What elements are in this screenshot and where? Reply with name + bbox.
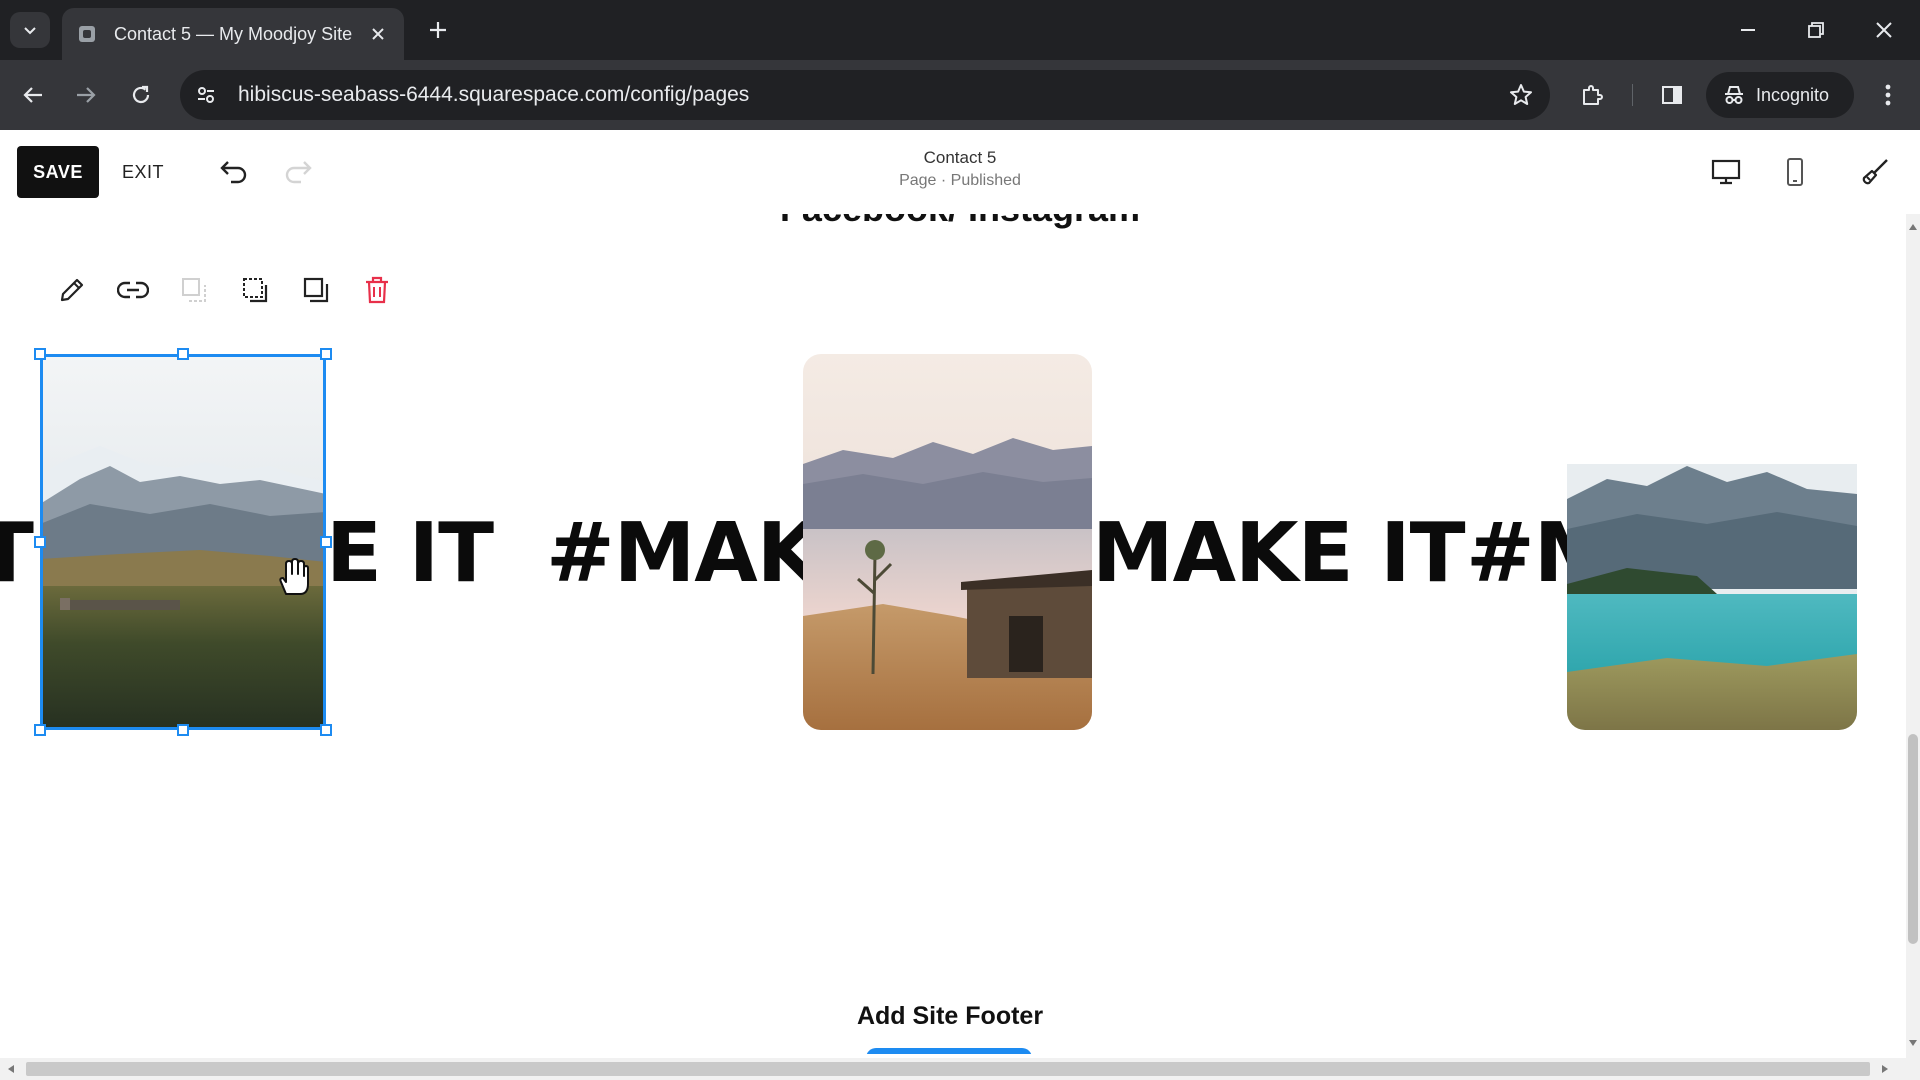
url-text: hibiscus-seabass-6444.squarespace.com/co… [238, 83, 750, 106]
crop-select-icon [243, 278, 268, 303]
link-icon [117, 281, 149, 299]
star-icon [1510, 84, 1532, 105]
block-toolbar [50, 268, 420, 312]
resize-handle-left[interactable] [34, 536, 46, 548]
mobile-view-button[interactable] [1773, 150, 1817, 194]
marquee-segment: T [0, 506, 34, 601]
add-site-footer-label: Add Site Footer [856, 1002, 1044, 1030]
puzzle-icon [1583, 85, 1603, 105]
page-title: Contact 5 [923, 148, 997, 167]
resize-handle-top[interactable] [177, 348, 189, 360]
close-icon [1876, 22, 1892, 38]
resize-handle-bottom-left[interactable] [34, 724, 46, 736]
layer-back-icon [182, 278, 206, 302]
marquee-segment: MAKE IT [1092, 506, 1466, 601]
vertical-scrollbar[interactable] [1906, 214, 1920, 1080]
toolbar-divider [1632, 84, 1633, 106]
arrow-right-icon [77, 87, 96, 103]
editor-canvas[interactable]: Facebook/ Instagram T E IT #MAKE MAKE IT… [0, 214, 1906, 1054]
delete-block-button[interactable] [355, 268, 399, 312]
page-status: Page · Published [899, 172, 1021, 189]
duplicate-icon [303, 277, 329, 303]
incognito-icon [1725, 86, 1743, 104]
page-info: Contact 5 Page · Published [760, 148, 1160, 190]
side-panel-button[interactable] [1652, 75, 1692, 115]
horizontal-scrollbar-thumb[interactable] [26, 1062, 1870, 1076]
horizontal-scrollbar[interactable] [0, 1058, 1906, 1080]
close-window-button[interactable] [1864, 10, 1904, 50]
vertical-scrollbar-thumb[interactable] [1908, 734, 1918, 944]
incognito-indicator[interactable]: Incognito [1706, 72, 1854, 118]
redo-button[interactable] [278, 152, 318, 192]
scroll-up-arrow-icon[interactable] [1909, 224, 1917, 230]
extensions-button[interactable] [1572, 75, 1612, 115]
save-button[interactable]: SAVE [17, 146, 99, 198]
incognito-label: Incognito [1756, 84, 1830, 105]
restore-window-button[interactable] [1796, 10, 1836, 50]
reload-icon [132, 85, 150, 104]
browser-toolbar: hibiscus-seabass-6444.squarespace.com/co… [0, 60, 1920, 130]
redo-icon [285, 161, 312, 184]
snowy-mountain-photo [40, 354, 326, 730]
scroll-left-arrow-icon[interactable] [8, 1065, 14, 1073]
kebab-menu-icon [1885, 84, 1891, 106]
link-block-button[interactable] [111, 268, 155, 312]
bookmark-button[interactable] [1504, 78, 1538, 112]
scroll-down-arrow-icon[interactable] [1909, 1040, 1917, 1046]
duplicate-block-button[interactable] [294, 268, 338, 312]
minimize-window-button[interactable] [1728, 10, 1768, 50]
site-styles-button[interactable] [1853, 150, 1897, 194]
tune-icon [198, 87, 214, 103]
editor-top-bar: SAVE EXIT Contact 5 Page · Published [0, 130, 1920, 214]
desktop-view-button[interactable] [1704, 150, 1748, 194]
send-to-back-button[interactable] [172, 268, 216, 312]
tab-title: Contact 5 — My Moodjoy Site [114, 23, 353, 44]
scroll-right-arrow-icon[interactable] [1882, 1065, 1888, 1073]
tab-search-button[interactable] [10, 12, 50, 48]
turquoise-lake-photo [1567, 354, 1857, 730]
mountain-landscape-image[interactable] [40, 354, 326, 730]
undo-button[interactable] [214, 152, 254, 192]
turquoise-lake-image[interactable] [1567, 354, 1857, 730]
browser-menu-button[interactable] [1868, 75, 1908, 115]
forward-button[interactable] [66, 75, 106, 115]
restore-icon [1808, 22, 1824, 38]
address-bar[interactable]: hibiscus-seabass-6444.squarespace.com/co… [180, 70, 1550, 120]
undo-icon [220, 161, 247, 184]
resize-handle-bottom[interactable] [177, 724, 189, 736]
browser-tab-active[interactable]: Contact 5 — My Moodjoy Site [62, 8, 404, 60]
site-info-button[interactable] [184, 73, 228, 117]
new-tab-button[interactable] [422, 14, 454, 46]
trash-icon [366, 276, 388, 304]
browser-tab-strip: Contact 5 — My Moodjoy Site [0, 0, 1920, 60]
side-panel-icon [1662, 86, 1682, 104]
pencil-icon [60, 278, 84, 302]
chevron-down-icon [24, 27, 36, 35]
arrow-left-icon [23, 87, 42, 103]
paintbrush-icon [1862, 159, 1888, 185]
squarespace-favicon-icon [79, 26, 95, 42]
mobile-icon [1787, 158, 1803, 186]
lakeside-cabin-image[interactable] [803, 354, 1092, 730]
resize-handle-right[interactable] [320, 536, 332, 548]
resize-handle-top-left[interactable] [34, 348, 46, 360]
minimize-icon [1741, 29, 1755, 31]
select-area-button[interactable] [233, 268, 277, 312]
plus-icon [430, 22, 446, 38]
edit-block-button[interactable] [50, 268, 94, 312]
resize-handle-top-right[interactable] [320, 348, 332, 360]
reload-button[interactable] [121, 75, 161, 115]
marquee-segment: E IT [326, 506, 494, 601]
back-button[interactable] [13, 75, 53, 115]
lake-cabin-photo [803, 354, 1092, 730]
section-heading[interactable]: Facebook/ Instagram [760, 214, 1160, 230]
tab-close-icon[interactable] [366, 22, 390, 46]
exit-button[interactable]: EXIT [122, 146, 164, 198]
add-site-footer-button[interactable] [866, 1048, 1032, 1054]
desktop-icon [1711, 159, 1741, 185]
hand-cursor-icon [279, 558, 309, 595]
resize-handle-bottom-right[interactable] [320, 724, 332, 736]
